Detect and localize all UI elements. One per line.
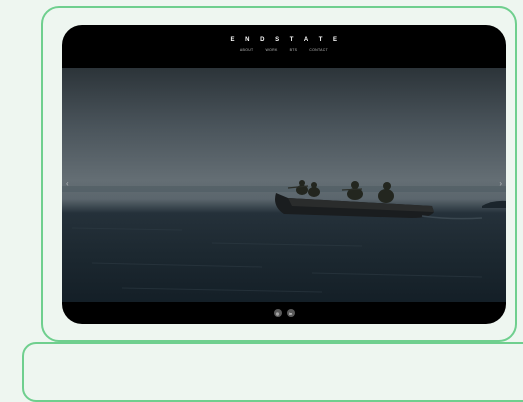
slider-next-icon[interactable]: ›: [499, 179, 502, 188]
site-footer: ◎ in: [62, 302, 506, 324]
nav-contact[interactable]: CONTACT: [309, 48, 328, 52]
nav-work[interactable]: WORK: [265, 48, 277, 52]
hero-image-boat-at-sea: ‹ ›: [62, 68, 506, 302]
next-frame-outline: [22, 342, 523, 402]
linkedin-icon[interactable]: in: [286, 309, 295, 317]
site-header: E N D S T A T E ABOUT WORK BTS CONTACT: [62, 25, 506, 68]
website-preview: E N D S T A T E ABOUT WORK BTS CONTACT ‹…: [62, 25, 506, 324]
slider-prev-icon[interactable]: ‹: [66, 179, 69, 188]
nav-bts[interactable]: BTS: [290, 48, 298, 52]
instagram-icon[interactable]: ◎: [273, 309, 282, 317]
hero-scene: [62, 180, 506, 293]
nav-about[interactable]: ABOUT: [240, 48, 254, 52]
main-nav: ABOUT WORK BTS CONTACT: [240, 48, 328, 52]
brand-logo[interactable]: E N D S T A T E: [226, 37, 341, 43]
